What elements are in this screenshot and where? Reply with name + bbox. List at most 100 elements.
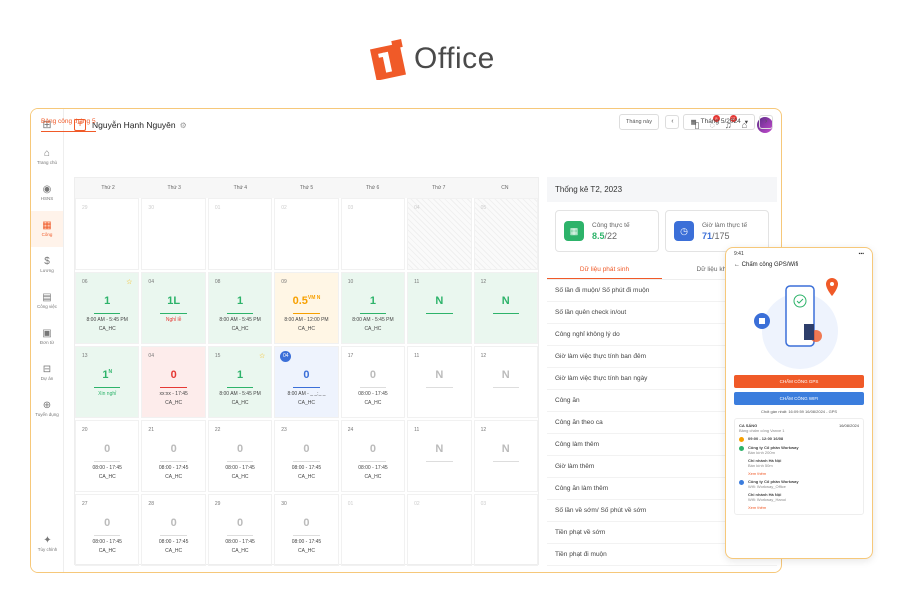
profile-icon: ◉ — [42, 184, 52, 195]
star-icon[interactable]: ☆ — [259, 352, 265, 360]
last-checkin: Chốt gần nhất: 16:09:59 16/08/2024 - GPS — [760, 409, 838, 414]
calendar-day-cell[interactable]: 30 — [141, 198, 206, 270]
calendar-day-cell[interactable]: 03 — [340, 198, 406, 270]
workday-value: 0 — [170, 517, 177, 529]
calendar-day-cell[interactable]: 12 N — [473, 272, 538, 344]
calendar-day-cell[interactable]: 09 0.5VM N 8:00 AM - 12:00 PM CA_HC — [274, 272, 339, 344]
this-month-button[interactable]: Tháng này — [619, 114, 659, 130]
sidebar-item-label: Đơn từ — [39, 340, 55, 345]
sidebar-item-customize[interactable]: ✦ Tùy chỉnh — [31, 526, 64, 562]
sidebar-item-4[interactable]: ▤ Công việc — [31, 283, 63, 319]
prev-month-button[interactable]: ‹ — [665, 115, 680, 129]
calendar-day-cell[interactable]: 05 — [473, 198, 538, 270]
sidebar-item-label: Dự án — [40, 376, 54, 381]
calendar-day-cell[interactable]: 02 — [274, 198, 339, 270]
day-number: 06 — [82, 279, 88, 285]
shift-time: 08:00 - 17:45 — [92, 539, 122, 545]
calendar-day-cell[interactable]: 30 0 08:00 - 17:45 CA_HC — [274, 494, 339, 566]
back-arrow-icon[interactable]: ← — [734, 262, 740, 268]
day-number: 08 — [214, 279, 221, 285]
workday-value: 0 — [303, 517, 310, 529]
workday-value: 0 — [104, 517, 111, 529]
workday-value: 1N — [102, 369, 113, 381]
next-month-button[interactable]: › — [759, 115, 773, 129]
calendar-day-cell[interactable]: 06 ☆ 1 8:00 AM - 5:45 PM CA_HC — [75, 272, 140, 344]
day-number: 11 — [414, 353, 420, 359]
calendar-day-cell[interactable]: 11 N — [407, 420, 472, 492]
see-more-link[interactable]: Xem thêm — [739, 471, 859, 476]
calendar-day-cell[interactable]: 02 — [407, 494, 472, 566]
sidebar-item-5[interactable]: ▣ Đơn từ — [31, 319, 63, 355]
calendar-day-cell[interactable]: 04 0 xx:xx - 17:45 CA_HC — [141, 346, 206, 418]
calendar-day-cell[interactable]: 20 0 08:00 - 17:45 CA_HC — [75, 420, 140, 492]
divider — [94, 461, 121, 462]
day-number: 04 — [148, 279, 154, 285]
calendar-icon: ▦ — [42, 220, 52, 231]
calendar-day-cell[interactable]: 22 0 08:00 - 17:45 CA_HC — [207, 420, 273, 492]
see-more-link[interactable]: Xem thêm — [739, 505, 859, 510]
calendar-day-cell[interactable]: 04 — [407, 198, 472, 270]
calendar-day-cell[interactable]: 29 0 08:00 - 17:45 CA_HC — [207, 494, 273, 566]
calendar-day-cell[interactable]: 21 0 08:00 - 17:45 CA_HC — [141, 420, 206, 492]
shift-code: CA_HC — [231, 326, 249, 332]
calendar-day-cell[interactable]: 03 — [473, 494, 538, 566]
shift-code: CA_HC — [364, 400, 382, 406]
sidebar-item-0[interactable]: ⌂ Trang chủ — [31, 139, 63, 175]
month-selector[interactable]: ▦ Tháng 5/2024 ▾ — [683, 114, 755, 130]
shift-time: 08:00 - 17:45 — [358, 465, 388, 471]
shift-time: 8:00 AM - 5:45 PM — [86, 317, 128, 323]
phone-map-illustration — [754, 278, 838, 369]
sidebar-item-3[interactable]: $ Lương — [31, 247, 63, 283]
calendar-day-cell[interactable]: 12 N — [473, 346, 538, 418]
day-number: 02 — [414, 501, 420, 507]
divider — [160, 387, 187, 388]
wifi-checkin-button[interactable]: CHẤM CÔNG WIFI — [734, 392, 864, 405]
divider — [426, 387, 453, 388]
calendar-weekday-header: Thứ 2 Thứ 3 Thứ 4 Thứ 5 Thứ 6 Thứ 7 CN — [75, 178, 538, 198]
calendar-day-cell[interactable]: 11 N — [407, 346, 472, 418]
divider — [226, 313, 254, 314]
calendar-day-cell[interactable]: 12 N — [473, 420, 538, 492]
day-number: 30 — [281, 501, 287, 507]
home-icon: ⌂ — [43, 148, 51, 159]
calendar-day-cell[interactable]: 01 — [207, 198, 273, 270]
day-number: 23 — [281, 427, 287, 433]
calendar-day-cell[interactable]: 29 — [75, 198, 140, 270]
calendar-day-cell[interactable]: 10 1 8:00 AM - 5:45 PM CA_HC — [340, 272, 406, 344]
calendar-day-cell[interactable]: 27 0 08:00 - 17:45 CA_HC — [75, 494, 140, 566]
divider — [293, 535, 320, 536]
calendar-day-cell[interactable]: 28 0 08:00 - 17:45 CA_HC — [141, 494, 206, 566]
calendar-day-cell[interactable]: 04 1L Nghỉ lễ — [141, 272, 206, 344]
sidebar-item-label: Lương — [40, 268, 54, 273]
day-number: 12 — [480, 279, 487, 285]
shift-time: 08:00 - 17:45 — [225, 465, 255, 471]
gps-checkin-button[interactable]: CHẤM CÔNG GPS — [734, 375, 864, 388]
shift-code: CA_HC — [298, 548, 315, 554]
sidebar-item-label: Trang chủ — [36, 160, 58, 165]
calendar-day-cell[interactable]: 11 N — [407, 272, 472, 344]
holiday-note: Nghỉ lễ — [165, 317, 182, 323]
weekday-label: Thứ 4 — [233, 185, 248, 191]
calendar-day-cell[interactable]: 23 0 08:00 - 17:45 CA_HC — [274, 420, 339, 492]
sidebar-item-7[interactable]: ⊕ Tuyển dụng — [31, 391, 63, 427]
day-number: 29 — [214, 501, 221, 507]
tab-generated-data[interactable]: Dữ liệu phát sinh — [547, 260, 662, 279]
shift-time: 08:00 - 17:45 — [291, 465, 322, 471]
shift-time: 08:00 - 17:45 — [358, 391, 388, 397]
calendar-day-cell[interactable]: 13 1N Xin nghỉ — [75, 346, 140, 418]
shift-time: 8:00 AM - 5:45 PM — [219, 317, 261, 323]
calendar-day-cell[interactable]: 15 ☆ 1 8:00 AM - 5:45 PM CA_HC — [207, 346, 273, 418]
calendar-day-cell[interactable]: 24 0 08:00 - 17:45 CA_HC — [340, 420, 406, 492]
sidebar-item-6[interactable]: ⊟ Dự án — [31, 355, 63, 391]
stat-row: Tiền phạt chấm công78 — [547, 566, 777, 572]
calendar-day-cell[interactable]: 08 1 8:00 AM - 5:45 PM CA_HC — [207, 272, 273, 344]
workday-value: 0 — [170, 443, 177, 455]
calendar-day-cell[interactable]: 01 — [340, 494, 406, 566]
calendar-day-cell[interactable]: 04 0 8:00 AM - _ _:_ _ CA_HC — [274, 346, 339, 418]
sidebar-item-1[interactable]: ◉ HSNS — [31, 175, 63, 211]
star-icon[interactable]: ☆ — [126, 278, 132, 286]
tab-monthly-timesheet[interactable]: Bảng công tháng 5 — [41, 118, 96, 132]
sidebar-item-2[interactable]: ▦ Công — [31, 211, 63, 247]
calendar-day-cell[interactable]: 17 0 08:00 - 17:45 CA_HC — [340, 346, 406, 418]
gear-icon[interactable]: ⚙ — [180, 121, 187, 130]
